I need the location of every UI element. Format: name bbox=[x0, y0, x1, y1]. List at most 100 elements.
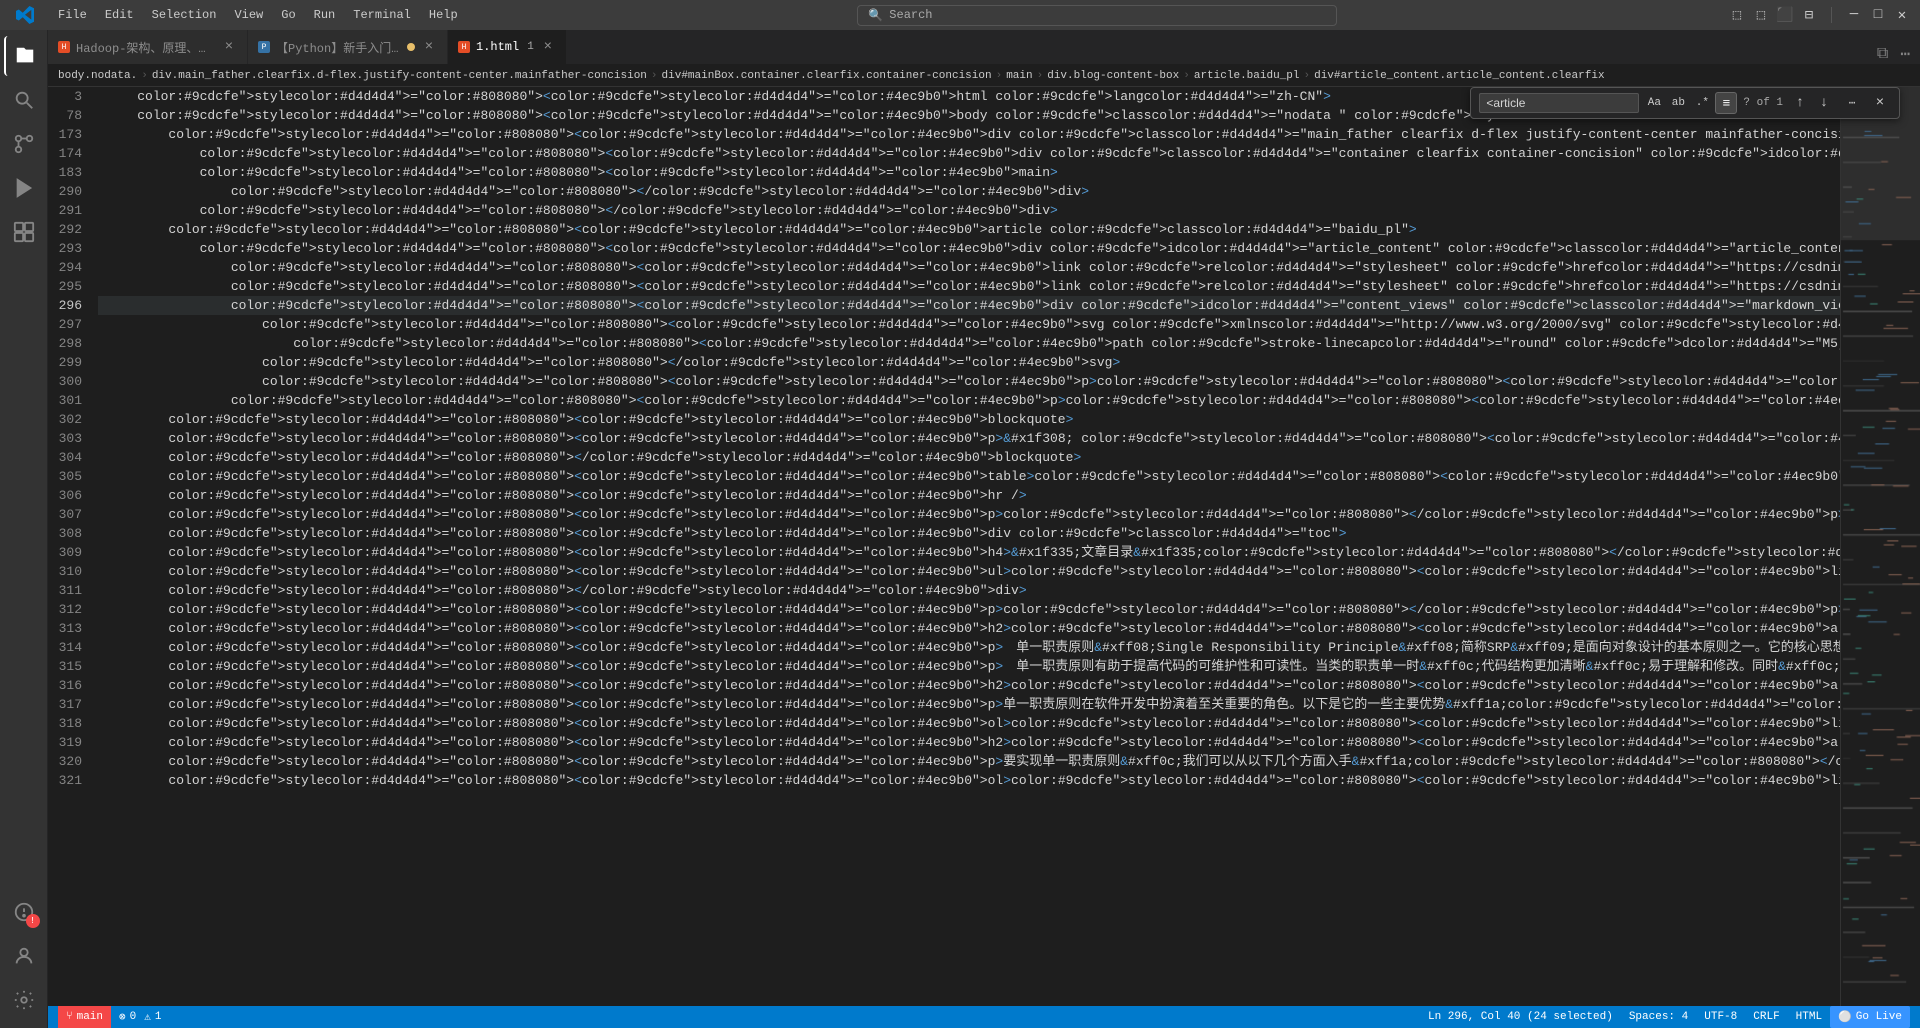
regex-button[interactable]: .* bbox=[1691, 92, 1713, 114]
explorer-icon[interactable] bbox=[4, 36, 44, 76]
breadcrumb-article[interactable]: article.baidu_pl bbox=[1194, 70, 1300, 82]
code-line[interactable]: color:#9cdcfe">stylecolor:#d4d4d4">="col… bbox=[98, 714, 1840, 733]
code-line[interactable]: color:#9cdcfe">stylecolor:#d4d4d4">="col… bbox=[98, 581, 1840, 600]
run-debug-icon[interactable] bbox=[4, 168, 44, 208]
editor-content[interactable]: 3781731741832902912922932942952962972982… bbox=[48, 87, 1920, 1006]
code-line[interactable]: color:#9cdcfe">stylecolor:#d4d4d4">="col… bbox=[98, 391, 1840, 410]
code-line[interactable]: color:#9cdcfe">stylecolor:#d4d4d4">="col… bbox=[98, 201, 1840, 220]
match-case-button[interactable]: Aa bbox=[1643, 92, 1665, 114]
whole-word-button[interactable]: ab bbox=[1667, 92, 1689, 114]
close-button[interactable]: ✕ bbox=[1894, 7, 1910, 23]
find-widget: Aa ab .* ≡ ? of 1 ↑ ↓ ⋯ × bbox=[1470, 87, 1900, 119]
minimize-button[interactable]: ─ bbox=[1846, 7, 1862, 23]
code-line[interactable]: color:#9cdcfe">stylecolor:#d4d4d4">="col… bbox=[98, 676, 1840, 695]
tab-close-hadoop[interactable]: × bbox=[221, 39, 237, 55]
code-line[interactable]: color:#9cdcfe">stylecolor:#d4d4d4">="col… bbox=[98, 467, 1840, 486]
find-prev-button[interactable]: ↑ bbox=[1789, 92, 1811, 114]
global-search-bar[interactable]: 🔍 Search bbox=[857, 5, 1337, 26]
menu-selection[interactable]: Selection bbox=[144, 6, 225, 24]
code-line[interactable]: color:#9cdcfe">stylecolor:#d4d4d4">="col… bbox=[98, 429, 1840, 448]
code-line[interactable]: color:#9cdcfe">stylecolor:#d4d4d4">="col… bbox=[98, 562, 1840, 581]
breadcrumb-div-article[interactable]: div#article_content.article_content.clea… bbox=[1314, 70, 1604, 82]
code-line[interactable]: color:#9cdcfe">stylecolor:#d4d4d4">="col… bbox=[98, 277, 1840, 296]
code-line[interactable]: color:#9cdcfe">stylecolor:#d4d4d4">="col… bbox=[98, 543, 1840, 562]
find-navigation: ↑ ↓ bbox=[1789, 92, 1835, 114]
code-line[interactable]: color:#9cdcfe">stylecolor:#d4d4d4">="col… bbox=[98, 771, 1840, 790]
code-line[interactable]: color:#9cdcfe">stylecolor:#d4d4d4">="col… bbox=[98, 353, 1840, 372]
code-line[interactable]: color:#9cdcfe">stylecolor:#d4d4d4">="col… bbox=[98, 125, 1840, 144]
code-line[interactable]: color:#9cdcfe">stylecolor:#d4d4d4">="col… bbox=[98, 695, 1840, 714]
account-icon[interactable] bbox=[4, 936, 44, 976]
breadcrumb-body[interactable]: body.nodata. bbox=[58, 70, 137, 82]
find-in-selection-button[interactable]: ≡ bbox=[1715, 92, 1737, 114]
layout-icon-2[interactable]: ⬚ bbox=[1753, 7, 1769, 23]
code-line[interactable]: color:#9cdcfe">stylecolor:#d4d4d4">="col… bbox=[98, 638, 1840, 657]
code-line[interactable]: color:#9cdcfe">stylecolor:#d4d4d4">="col… bbox=[98, 163, 1840, 182]
layout-icon-4[interactable]: ⊟ bbox=[1801, 7, 1817, 23]
line-numbers: 3781731741832902912922932942952962972982… bbox=[48, 87, 98, 1006]
breadcrumb-div-main[interactable]: div.main_father.clearfix.d-flex.justify-… bbox=[152, 70, 647, 82]
code-line[interactable]: color:#9cdcfe">stylecolor:#d4d4d4">="col… bbox=[98, 657, 1840, 676]
menu-file[interactable]: File bbox=[50, 6, 95, 24]
tab-close-python[interactable]: × bbox=[421, 39, 437, 55]
code-line[interactable]: color:#9cdcfe">stylecolor:#d4d4d4">="col… bbox=[98, 600, 1840, 619]
cursor-position-item[interactable]: Ln 296, Col 40 (24 selected) bbox=[1420, 1006, 1621, 1028]
breadcrumb-main[interactable]: main bbox=[1006, 70, 1032, 82]
breadcrumb-div-mainbox[interactable]: div#mainBox.container.clearfix.container… bbox=[662, 70, 992, 82]
editor-area: H Hadoop-架构、原理、实时算和高线计算.html × P 【Python… bbox=[48, 30, 1920, 1028]
code-line[interactable]: color:#9cdcfe">stylecolor:#d4d4d4">="col… bbox=[98, 239, 1840, 258]
code-line[interactable]: color:#9cdcfe">stylecolor:#d4d4d4">="col… bbox=[98, 486, 1840, 505]
tab-close-1html[interactable]: × bbox=[540, 39, 556, 55]
code-line[interactable]: color:#9cdcfe">stylecolor:#d4d4d4">="col… bbox=[98, 619, 1840, 638]
menu-edit[interactable]: Edit bbox=[97, 6, 142, 24]
find-close-button[interactable]: × bbox=[1869, 92, 1891, 114]
more-tabs-icon[interactable]: ⋯ bbox=[1896, 44, 1914, 64]
extensions-icon[interactable] bbox=[4, 212, 44, 252]
source-control-icon[interactable] bbox=[4, 124, 44, 164]
menu-help[interactable]: Help bbox=[421, 6, 466, 24]
find-next-button[interactable]: ↓ bbox=[1813, 92, 1835, 114]
code-line[interactable]: color:#9cdcfe">stylecolor:#d4d4d4">="col… bbox=[98, 410, 1840, 429]
split-editor-icon[interactable]: ⧉ bbox=[1873, 45, 1892, 63]
tab-1html[interactable]: H 1.html 1 × bbox=[448, 30, 567, 64]
menu-go[interactable]: Go bbox=[273, 6, 303, 24]
language-item[interactable]: HTML bbox=[1788, 1006, 1830, 1028]
go-live-item[interactable]: ⚪ Go Live bbox=[1830, 1006, 1910, 1028]
tab-instance-count: 1 bbox=[527, 41, 534, 53]
tab-hadoop[interactable]: H Hadoop-架构、原理、实时算和高线计算.html × bbox=[48, 30, 248, 64]
breadcrumb-div-blog[interactable]: div.blog-content-box bbox=[1047, 70, 1179, 82]
code-line[interactable]: color:#9cdcfe">stylecolor:#d4d4d4">="col… bbox=[98, 505, 1840, 524]
code-line[interactable]: color:#9cdcfe">stylecolor:#d4d4d4">="col… bbox=[98, 334, 1840, 353]
find-options-toggle[interactable]: ⋯ bbox=[1841, 92, 1863, 114]
code-area[interactable]: color:#9cdcfe">stylecolor:#d4d4d4">="col… bbox=[98, 87, 1840, 1006]
git-branch-item[interactable]: ⑂ main bbox=[58, 1006, 111, 1028]
find-options: Aa ab .* ≡ bbox=[1643, 92, 1737, 114]
line-ending-item[interactable]: CRLF bbox=[1745, 1006, 1787, 1028]
layout-icon-3[interactable]: ⬛ bbox=[1777, 7, 1793, 23]
problems-icon[interactable] bbox=[4, 892, 44, 932]
errors-item[interactable]: ⊗ 0 ⚠ 1 bbox=[111, 1006, 169, 1028]
git-branch-icon: ⑂ bbox=[66, 1011, 73, 1023]
code-line[interactable]: color:#9cdcfe">stylecolor:#d4d4d4">="col… bbox=[98, 296, 1840, 315]
tab-python[interactable]: P 【Python】新手入门学习：详细介绍单一职责原则（SRP）及其作用、代码示… bbox=[248, 30, 448, 64]
encoding-item[interactable]: UTF-8 bbox=[1696, 1006, 1745, 1028]
code-line[interactable]: color:#9cdcfe">stylecolor:#d4d4d4">="col… bbox=[98, 524, 1840, 543]
search-icon[interactable] bbox=[4, 80, 44, 120]
maximize-button[interactable]: □ bbox=[1870, 7, 1886, 23]
code-line[interactable]: color:#9cdcfe">stylecolor:#d4d4d4">="col… bbox=[98, 220, 1840, 239]
code-line[interactable]: color:#9cdcfe">stylecolor:#d4d4d4">="col… bbox=[98, 448, 1840, 467]
menu-view[interactable]: View bbox=[226, 6, 271, 24]
indentation-item[interactable]: Spaces: 4 bbox=[1621, 1006, 1696, 1028]
code-line[interactable]: color:#9cdcfe">stylecolor:#d4d4d4">="col… bbox=[98, 315, 1840, 334]
find-input[interactable] bbox=[1479, 93, 1639, 113]
menu-run[interactable]: Run bbox=[306, 6, 344, 24]
code-line[interactable]: color:#9cdcfe">stylecolor:#d4d4d4">="col… bbox=[98, 144, 1840, 163]
code-line[interactable]: color:#9cdcfe">stylecolor:#d4d4d4">="col… bbox=[98, 182, 1840, 201]
settings-icon[interactable] bbox=[4, 980, 44, 1020]
menu-terminal[interactable]: Terminal bbox=[345, 6, 419, 24]
code-line[interactable]: color:#9cdcfe">stylecolor:#d4d4d4">="col… bbox=[98, 258, 1840, 277]
layout-icon-1[interactable]: ⬚ bbox=[1729, 7, 1745, 23]
code-line[interactable]: color:#9cdcfe">stylecolor:#d4d4d4">="col… bbox=[98, 752, 1840, 771]
code-line[interactable]: color:#9cdcfe">stylecolor:#d4d4d4">="col… bbox=[98, 733, 1840, 752]
code-line[interactable]: color:#9cdcfe">stylecolor:#d4d4d4">="col… bbox=[98, 372, 1840, 391]
